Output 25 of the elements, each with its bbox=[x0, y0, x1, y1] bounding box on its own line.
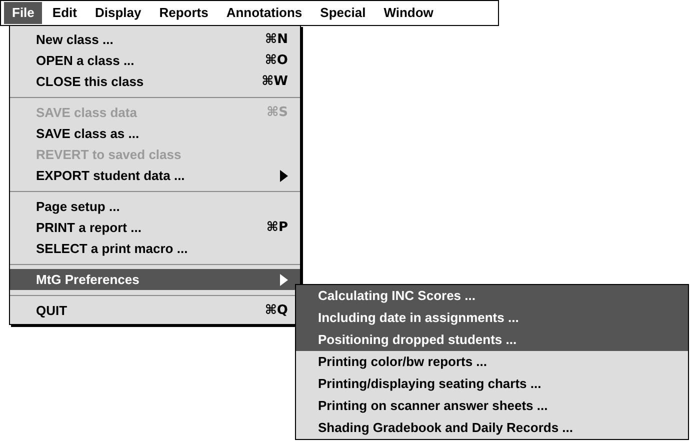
submenu-item[interactable]: Printing/displaying seating charts ... bbox=[296, 373, 688, 395]
submenu-item[interactable]: Printing color/bw reports ... bbox=[296, 351, 688, 373]
menu-title[interactable]: Annotations bbox=[218, 2, 310, 24]
submenu-arrow-icon bbox=[280, 170, 288, 182]
menu-item[interactable]: EXPORT student data ... bbox=[10, 165, 300, 186]
submenu-arrow-icon bbox=[280, 274, 288, 286]
submenu-item[interactable]: Calculating INC Scores ... bbox=[296, 285, 688, 307]
submenu-item[interactable]: Including date in assignments ... bbox=[296, 307, 688, 329]
menu-item[interactable]: New class ... ⌘N bbox=[10, 29, 300, 50]
submenu-item[interactable]: Printing on scanner answer sheets ... bbox=[296, 395, 688, 417]
menu-item[interactable]: MtG Preferences bbox=[10, 269, 300, 290]
menu-item[interactable]: CLOSE this class ⌘W bbox=[10, 71, 300, 92]
menu-title[interactable]: Window bbox=[376, 2, 442, 24]
submenu-item[interactable]: Positioning dropped students ... bbox=[296, 329, 688, 351]
menu-item[interactable]: SELECT a print macro ... bbox=[10, 238, 300, 259]
menu-title[interactable]: Reports bbox=[151, 2, 216, 24]
menu-title[interactable]: File bbox=[4, 2, 42, 24]
menu-item[interactable]: SAVE class as ... bbox=[10, 123, 300, 144]
submenu-item[interactable]: Shading Gradebook and Daily Records ... bbox=[296, 417, 688, 439]
menu-title[interactable]: Edit bbox=[44, 2, 85, 24]
menu-item[interactable]: OPEN a class ... ⌘O bbox=[10, 50, 300, 71]
menu-title[interactable]: Display bbox=[86, 2, 150, 24]
menu-title[interactable]: Special bbox=[312, 2, 374, 24]
menu-item[interactable]: Page setup ... bbox=[10, 196, 300, 217]
menu-item[interactable]: PRINT a report ... ⌘P bbox=[10, 217, 300, 238]
